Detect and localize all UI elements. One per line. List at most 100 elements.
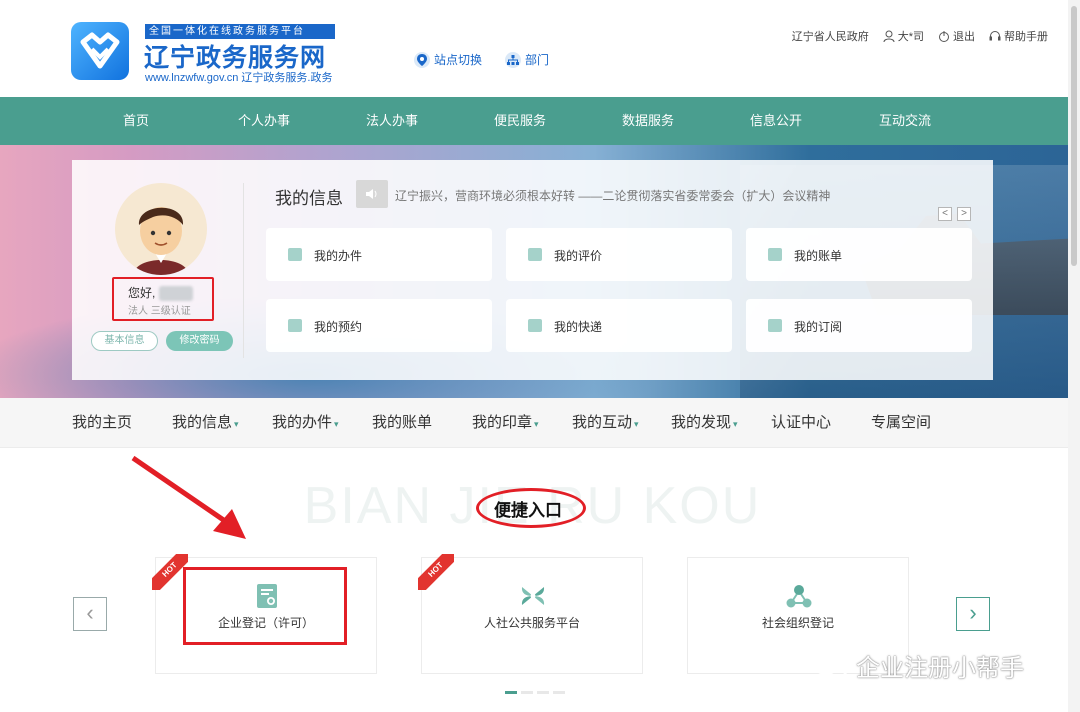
highlight-box-user [112, 277, 214, 321]
highlight-box-card [183, 567, 347, 645]
subscription-icon [768, 319, 782, 332]
nav-item-convenience[interactable]: 便民服务 [475, 97, 565, 145]
tile-my-appointments[interactable]: 我的预约 [266, 299, 492, 352]
carousel-dot[interactable] [521, 691, 533, 694]
subnav-label: 我的账单 [372, 414, 433, 431]
highlight-ellipse [476, 488, 586, 528]
tile-label: 我的账单 [794, 249, 843, 263]
card-label: 社会组织登记 [761, 616, 834, 630]
tile-label: 我的订阅 [794, 320, 843, 334]
caret-down-icon: ▾ [534, 419, 539, 429]
subnav-label: 我的主页 [72, 414, 133, 431]
caret-down-icon: ▾ [733, 419, 738, 429]
subnav-label: 我的信息 [172, 414, 233, 431]
subnav-my-bills[interactable]: 我的账单 [372, 398, 432, 448]
subnav-my-cases[interactable]: 我的办件 ▾ [272, 398, 339, 448]
subnav-my-discover[interactable]: 我的发现 ▾ [671, 398, 738, 448]
department-link[interactable]: 部门 [505, 51, 549, 68]
nav-item-data[interactable]: 数据服务 [603, 97, 693, 145]
carousel-dot[interactable] [537, 691, 549, 694]
help-label: 帮助手册 [1004, 31, 1048, 43]
hot-badge: HOT [418, 554, 454, 590]
caret-down-icon: ▾ [334, 419, 339, 429]
tile-my-reviews[interactable]: 我的评价 [506, 228, 732, 281]
notice-marquee[interactable]: 辽宁振兴，营商环境必须根本好转 ——二论贯彻落实省委常委会（扩大）会议精神 [395, 187, 830, 204]
my-info-title: 我的信息 [275, 189, 343, 208]
wechat-icon [812, 652, 849, 678]
user-link[interactable]: 大*司 [883, 28, 924, 44]
subnav-label: 我的发现 [671, 414, 732, 431]
nav-item-home[interactable]: 首页 [91, 97, 181, 145]
caret-down-icon: ▾ [634, 419, 639, 429]
platform-banner: 全国一体化在线政务服务平台 [145, 24, 335, 39]
caret-down-icon: ▾ [234, 419, 239, 429]
nav-item-corporate[interactable]: 法人办事 [347, 97, 437, 145]
basic-info-button[interactable]: 基本信息 [91, 331, 158, 351]
page-scrollbar[interactable] [1068, 0, 1080, 712]
site-header: 全国一体化在线政务服务平台 辽宁政务服务网 www.lnzwfw.gov.cn … [0, 0, 1080, 97]
tile-my-bills[interactable]: 我的账单 [746, 228, 972, 281]
subnav-label: 专属空间 [871, 414, 932, 431]
subnav-my-interaction[interactable]: 我的互动 ▾ [572, 398, 639, 448]
user-subnav: 我的主页 我的信息 ▾ 我的办件 ▾ 我的账单 我的印章 ▾ 我的互动 ▾ 我的发现 ▾ … [0, 398, 1080, 448]
subnav-my-info[interactable]: 我的信息 ▾ [172, 398, 239, 448]
main-nav: 首页 个人办事 法人办事 便民服务 数据服务 信息公开 互动交流 [0, 97, 1080, 145]
user-name: 大*司 [897, 31, 924, 43]
carousel-indicators [505, 691, 565, 694]
subnav-auth-center[interactable]: 认证中心 [771, 398, 831, 448]
tile-label: 我的评价 [554, 249, 603, 263]
carousel-prev-button[interactable]: ‹ [73, 597, 107, 631]
watermark-text: 企业注册小帮手 [856, 655, 1024, 682]
subnav-home[interactable]: 我的主页 [72, 398, 132, 448]
tile-my-cases[interactable]: 我的办件 [266, 228, 492, 281]
tile-my-subscriptions[interactable]: 我的订阅 [746, 299, 972, 352]
avatar [115, 183, 207, 275]
card-social-security-platform[interactable]: 人社公共服务平台 [421, 557, 643, 674]
station-switch-label: 站点切换 [434, 53, 483, 67]
mail-icon [288, 248, 302, 261]
logout-label: 退出 [953, 31, 975, 43]
headset-icon [989, 31, 1001, 41]
nav-item-disclosure[interactable]: 信息公开 [731, 97, 821, 145]
hot-badge-label: HOT [418, 554, 454, 590]
speaker-icon [356, 180, 388, 208]
carousel-dot-active[interactable] [505, 691, 517, 694]
notice-prev-button[interactable]: < [938, 207, 952, 221]
top-right-links: 辽宁省人民政府 大*司 退出 帮助手册 [792, 28, 1048, 44]
carousel-next-button[interactable]: › [956, 597, 990, 631]
nav-item-interaction[interactable]: 互动交流 [860, 97, 950, 145]
subnav-label: 我的办件 [272, 414, 333, 431]
tile-my-deliveries[interactable]: 我的快递 [506, 299, 732, 352]
notice-next-button[interactable]: > [957, 207, 971, 221]
gov-link[interactable]: 辽宁省人民政府 [792, 28, 869, 44]
location-icon [414, 51, 430, 68]
change-password-button[interactable]: 修改密码 [166, 331, 233, 351]
nav-item-personal[interactable]: 个人办事 [219, 97, 309, 145]
station-switch-link[interactable]: 站点切换 [414, 51, 482, 68]
department-label: 部门 [525, 53, 550, 67]
subnav-exclusive-space[interactable]: 专属空间 [871, 398, 931, 448]
site-subtitle: www.lnzwfw.gov.cn 辽宁政务服务.政务 [145, 72, 333, 84]
help-link[interactable]: 帮助手册 [989, 28, 1048, 44]
tile-label: 我的办件 [314, 249, 363, 263]
subnav-label: 我的印章 [472, 414, 533, 431]
logout-link[interactable]: 退出 [938, 28, 975, 44]
subnav-my-seals[interactable]: 我的印章 ▾ [472, 398, 539, 448]
bill-icon [768, 248, 782, 261]
panel-divider [243, 183, 244, 358]
lock-icon [939, 31, 949, 42]
appointment-icon [288, 319, 302, 332]
subnav-label: 我的互动 [572, 414, 633, 431]
network-icon [786, 585, 812, 608]
card-label: 人社公共服务平台 [483, 616, 580, 630]
site-logo-icon[interactable] [71, 22, 129, 80]
tile-label: 我的快递 [554, 320, 603, 334]
scrollbar-thumb[interactable] [1071, 6, 1077, 266]
carousel-dot[interactable] [553, 691, 565, 694]
tile-label: 我的预约 [314, 320, 363, 334]
flower-icon [521, 587, 545, 605]
annotation-arrow [131, 455, 246, 539]
subnav-label: 认证中心 [771, 414, 832, 431]
user-icon [883, 30, 895, 42]
review-icon [528, 248, 542, 261]
